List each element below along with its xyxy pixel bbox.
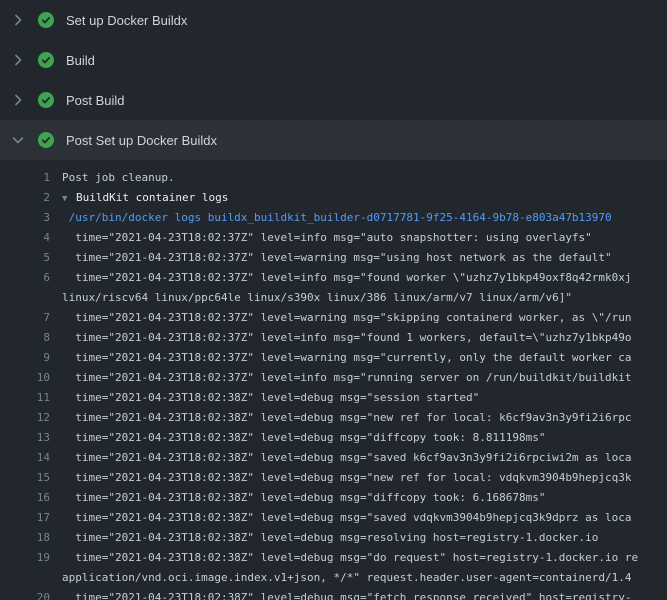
log-area: 1 Post job cleanup. 2 ▼BuildKit containe… — [0, 160, 667, 600]
section-header-post-build[interactable]: Post Build — [0, 80, 667, 120]
log-line-text: application/vnd.oci.image.index.v1+json,… — [62, 568, 632, 588]
log-line: 12 time="2021-04-23T18:02:38Z" level=deb… — [0, 408, 667, 428]
log-line-text: time="2021-04-23T18:02:38Z" level=debug … — [62, 548, 638, 568]
log-line: 2 ▼BuildKit container logs — [0, 188, 667, 208]
log-line-number[interactable] — [0, 288, 50, 308]
log-line-text: time="2021-04-23T18:02:38Z" level=debug … — [62, 408, 632, 428]
log-line-number[interactable]: 11 — [0, 388, 50, 408]
actions-log-viewer: Set up Docker Buildx Build Post Build Po… — [0, 0, 667, 600]
log-line-text: time="2021-04-23T18:02:37Z" level=warnin… — [62, 248, 612, 268]
log-line-text: time="2021-04-23T18:02:38Z" level=debug … — [62, 588, 632, 600]
log-line-text: time="2021-04-23T18:02:38Z" level=debug … — [62, 508, 632, 528]
check-circle-icon — [38, 132, 54, 148]
log-line-text: time="2021-04-23T18:02:38Z" level=debug … — [62, 528, 598, 548]
log-line: 8 time="2021-04-23T18:02:37Z" level=info… — [0, 328, 667, 348]
log-line: 13 time="2021-04-23T18:02:38Z" level=deb… — [0, 428, 667, 448]
section-label: Post Build — [66, 93, 125, 108]
section-label: Build — [66, 53, 95, 68]
chevron-right-icon — [10, 92, 26, 108]
log-line: 9 time="2021-04-23T18:02:37Z" level=warn… — [0, 348, 667, 368]
log-line-number[interactable]: 3 — [0, 208, 50, 228]
log-line-number[interactable]: 17 — [0, 508, 50, 528]
log-line-text: time="2021-04-23T18:02:37Z" level=info m… — [62, 268, 632, 288]
log-line: 10 time="2021-04-23T18:02:37Z" level=inf… — [0, 368, 667, 388]
log-line: 5 time="2021-04-23T18:02:37Z" level=warn… — [0, 248, 667, 268]
log-line-number[interactable] — [0, 568, 50, 588]
chevron-right-icon — [10, 52, 26, 68]
log-line-number[interactable]: 1 — [0, 168, 50, 188]
check-circle-icon — [38, 52, 54, 68]
log-line: 19 time="2021-04-23T18:02:38Z" level=deb… — [0, 548, 667, 568]
chevron-down-icon — [10, 132, 26, 148]
log-line-text: time="2021-04-23T18:02:38Z" level=debug … — [62, 388, 479, 408]
group-toggle-icon[interactable]: ▼ — [62, 189, 76, 208]
log-line-number[interactable]: 6 — [0, 268, 50, 288]
log-line: 3 /usr/bin/docker logs buildx_buildkit_b… — [0, 208, 667, 228]
log-line-number[interactable]: 16 — [0, 488, 50, 508]
log-line-text: time="2021-04-23T18:02:37Z" level=info m… — [62, 228, 592, 248]
log-line: 7 time="2021-04-23T18:02:37Z" level=warn… — [0, 308, 667, 328]
log-line-text: time="2021-04-23T18:02:38Z" level=debug … — [62, 488, 545, 508]
log-line-text: time="2021-04-23T18:02:37Z" level=warnin… — [62, 348, 632, 368]
log-line-text: Post job cleanup. — [62, 168, 175, 188]
log-line-text: time="2021-04-23T18:02:38Z" level=debug … — [62, 448, 632, 468]
log-line: 14 time="2021-04-23T18:02:38Z" level=deb… — [0, 448, 667, 468]
log-line-number[interactable]: 4 — [0, 228, 50, 248]
log-line-number[interactable]: 2 — [0, 188, 50, 208]
log-line: 20 time="2021-04-23T18:02:38Z" level=deb… — [0, 588, 667, 600]
log-line: 17 time="2021-04-23T18:02:38Z" level=deb… — [0, 508, 667, 528]
log-line-text: linux/riscv64 linux/ppc64le linux/s390x … — [62, 288, 572, 308]
log-line-number[interactable]: 20 — [0, 588, 50, 600]
section-header-build[interactable]: Build — [0, 40, 667, 80]
log-line-number[interactable]: 18 — [0, 528, 50, 548]
log-line-number[interactable]: 8 — [0, 328, 50, 348]
chevron-right-icon — [10, 12, 26, 28]
log-line-text: time="2021-04-23T18:02:37Z" level=warnin… — [62, 308, 632, 328]
log-line-number[interactable]: 9 — [0, 348, 50, 368]
check-circle-icon — [38, 12, 54, 28]
log-line-number[interactable]: 13 — [0, 428, 50, 448]
log-line: application/vnd.oci.image.index.v1+json,… — [0, 568, 667, 588]
section-header-set-up-docker-buildx[interactable]: Set up Docker Buildx — [0, 0, 667, 40]
log-line-number[interactable]: 5 — [0, 248, 50, 268]
log-line: 4 time="2021-04-23T18:02:37Z" level=info… — [0, 228, 667, 248]
log-line-text: time="2021-04-23T18:02:37Z" level=info m… — [62, 368, 632, 388]
log-line-text: ▼BuildKit container logs — [62, 188, 228, 208]
log-line-number[interactable]: 14 — [0, 448, 50, 468]
log-line: 11 time="2021-04-23T18:02:38Z" level=deb… — [0, 388, 667, 408]
log-line: 18 time="2021-04-23T18:02:38Z" level=deb… — [0, 528, 667, 548]
log-line: 1 Post job cleanup. — [0, 168, 667, 188]
log-line: 16 time="2021-04-23T18:02:38Z" level=deb… — [0, 488, 667, 508]
log-line-number[interactable]: 7 — [0, 308, 50, 328]
log-line-number[interactable]: 15 — [0, 468, 50, 488]
log-line: 15 time="2021-04-23T18:02:38Z" level=deb… — [0, 468, 667, 488]
log-line: 6 time="2021-04-23T18:02:37Z" level=info… — [0, 268, 667, 288]
log-line-text: /usr/bin/docker logs buildx_buildkit_bui… — [62, 208, 612, 228]
log-line-text: time="2021-04-23T18:02:38Z" level=debug … — [62, 468, 632, 488]
section-header-post-set-up-docker-buildx[interactable]: Post Set up Docker Buildx — [0, 120, 667, 160]
log-line-text: time="2021-04-23T18:02:38Z" level=debug … — [62, 428, 545, 448]
section-label: Post Set up Docker Buildx — [66, 133, 217, 148]
group-label[interactable]: BuildKit container logs — [76, 191, 228, 204]
log-line-number[interactable]: 12 — [0, 408, 50, 428]
section-label: Set up Docker Buildx — [66, 13, 187, 28]
log-line-text: time="2021-04-23T18:02:37Z" level=info m… — [62, 328, 632, 348]
check-circle-icon — [38, 92, 54, 108]
log-line: linux/riscv64 linux/ppc64le linux/s390x … — [0, 288, 667, 308]
log-line-number[interactable]: 10 — [0, 368, 50, 388]
log-line-number[interactable]: 19 — [0, 548, 50, 568]
